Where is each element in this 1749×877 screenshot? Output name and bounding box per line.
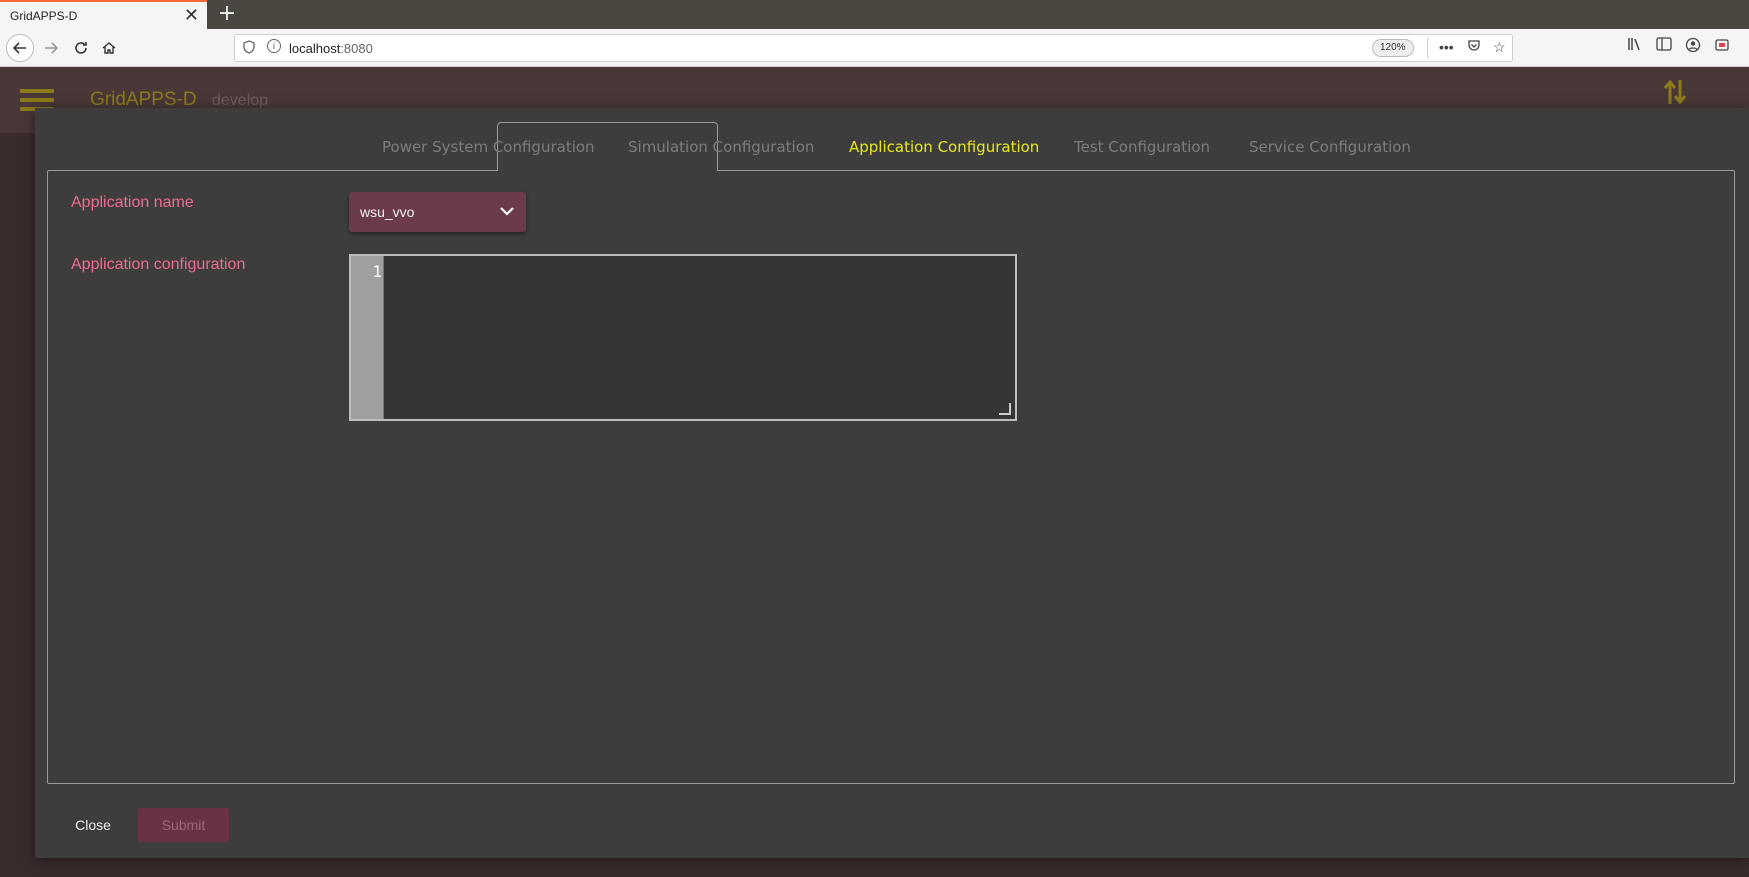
url-bar[interactable]: i localhost:8080 120% ••• ☆ xyxy=(234,34,1513,62)
tab-application-configuration[interactable]: Application Configuration xyxy=(849,138,1039,156)
more-vert-icon[interactable]: ⋮ xyxy=(1742,76,1749,94)
tab-simulation-configuration[interactable]: Simulation Configuration xyxy=(628,138,814,156)
url-separator xyxy=(1427,38,1428,58)
forward-button[interactable] xyxy=(38,35,64,61)
library-icon[interactable] xyxy=(1627,37,1643,55)
submit-button[interactable]: Submit xyxy=(138,808,229,842)
application-name-value: wsu_vvo xyxy=(360,204,415,220)
application-config-editor[interactable]: 1 xyxy=(349,254,1017,421)
browser-tab-strip: GridAPPS-D ✕ + xyxy=(0,0,1749,29)
tab-power-system-configuration[interactable]: Power System Configuration xyxy=(382,138,595,156)
browser-tab-title: GridAPPS-D xyxy=(10,8,78,23)
shield-icon xyxy=(243,40,255,57)
url-host: localhost xyxy=(289,41,341,56)
chevron-down-icon xyxy=(500,207,514,216)
account-icon[interactable] xyxy=(1685,37,1701,57)
bookmark-star-icon[interactable]: ☆ xyxy=(1493,39,1506,56)
resize-handle-icon[interactable] xyxy=(999,403,1011,415)
tab-service-configuration[interactable]: Service Configuration xyxy=(1249,138,1411,156)
home-button[interactable] xyxy=(96,35,122,61)
new-tab-button[interactable]: + xyxy=(216,2,238,26)
zoom-badge[interactable]: 120% xyxy=(1372,39,1414,57)
tab-test-configuration[interactable]: Test Configuration xyxy=(1074,138,1210,156)
reload-button[interactable] xyxy=(68,35,94,61)
application-name-label: Application name xyxy=(71,194,194,211)
info-icon[interactable]: i xyxy=(267,39,281,53)
close-tab-icon[interactable]: ✕ xyxy=(184,6,199,24)
page-actions-icon[interactable]: ••• xyxy=(1439,39,1454,55)
application-configuration-label: Application configuration xyxy=(71,256,246,273)
line-number: 1 xyxy=(372,262,382,281)
url-text: localhost:8080 xyxy=(289,41,373,56)
close-button[interactable]: Close xyxy=(65,808,121,842)
config-tabs: Power System Configuration Simulation Co… xyxy=(35,108,1749,170)
browser-tab[interactable]: GridAPPS-D ✕ xyxy=(0,0,207,29)
simulation-config-dialog: Power System Configuration Simulation Co… xyxy=(35,108,1749,858)
editor-gutter: 1 xyxy=(351,256,384,419)
sidebar-icon[interactable] xyxy=(1656,37,1672,55)
application-name-select[interactable]: wsu_vvo xyxy=(349,192,526,232)
pocket-icon[interactable] xyxy=(1467,39,1481,56)
editor-text-area[interactable] xyxy=(385,256,1015,419)
back-button[interactable] xyxy=(6,34,34,62)
extension-icon[interactable] xyxy=(1714,37,1730,57)
url-port: :8080 xyxy=(340,41,373,56)
browser-navbar: i localhost:8080 120% ••• ☆ xyxy=(0,29,1749,67)
